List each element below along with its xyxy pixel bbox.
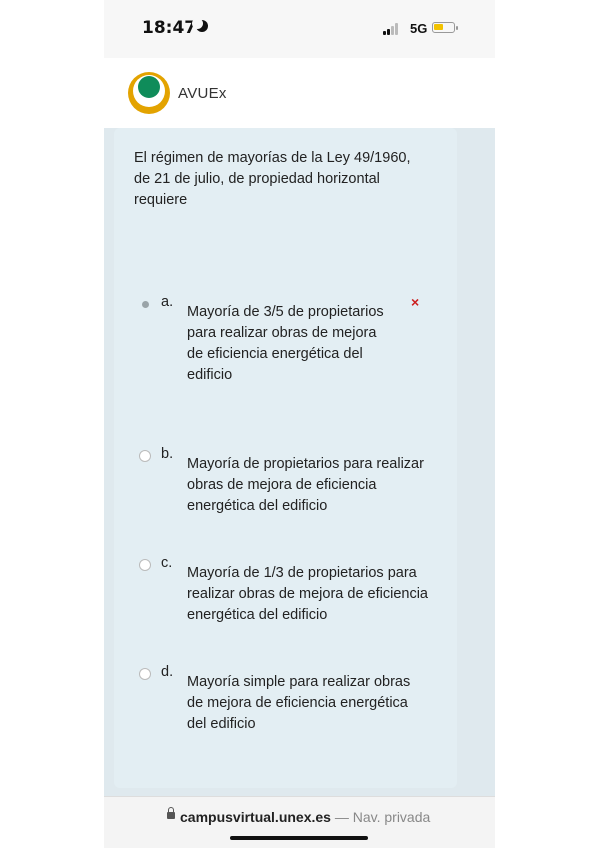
url-text[interactable]: campusvirtual.unex.es — Nav. privada bbox=[180, 809, 430, 825]
option-letter: b. bbox=[161, 446, 174, 462]
option-text: Mayoría simple para realizar obras de me… bbox=[187, 674, 411, 732]
radio-selected-icon[interactable] bbox=[142, 301, 149, 308]
wrong-answer-icon: × bbox=[411, 294, 420, 310]
network-label: 5G bbox=[410, 21, 428, 36]
quiz-content: El régimen de mayorías de la Ley 49/1960… bbox=[104, 128, 495, 796]
radio-icon[interactable] bbox=[139, 559, 151, 571]
option-text: Mayoría de 1/3 de propietarios para real… bbox=[187, 565, 428, 623]
home-indicator[interactable] bbox=[230, 836, 368, 840]
url-bar[interactable]: campusvirtual.unex.es — Nav. privada bbox=[104, 796, 495, 848]
status-time: 18:47 bbox=[142, 18, 197, 38]
site-header: AVUEx bbox=[104, 58, 495, 128]
radio-icon[interactable] bbox=[139, 450, 151, 462]
radio-icon[interactable] bbox=[139, 668, 151, 680]
option-letter: c. bbox=[161, 555, 173, 571]
avuex-logo[interactable] bbox=[128, 72, 170, 114]
lock-icon bbox=[167, 807, 175, 819]
moon-icon bbox=[192, 18, 208, 32]
brand-name[interactable]: AVUEx bbox=[178, 85, 227, 102]
option-letter: a. bbox=[161, 294, 174, 310]
signal-icon bbox=[383, 23, 401, 35]
battery-icon bbox=[432, 22, 458, 33]
option-letter: d. bbox=[161, 664, 174, 680]
status-bar: 18:47 5G bbox=[104, 0, 495, 58]
url-separator: — bbox=[334, 809, 349, 825]
private-mode-label: Nav. privada bbox=[352, 809, 431, 825]
question-card: El régimen de mayorías de la Ley 49/1960… bbox=[114, 128, 457, 788]
url-domain: campusvirtual.unex.es bbox=[180, 809, 331, 825]
option-text: Mayoría de 3/5 de propietarios para real… bbox=[187, 304, 384, 383]
question-text: El régimen de mayorías de la Ley 49/1960… bbox=[134, 150, 411, 208]
phone-screen: 18:47 5G AVUEx El régimen de mayorías de… bbox=[104, 0, 495, 848]
option-text: Mayoría de propietarios para realizar ob… bbox=[187, 456, 424, 514]
